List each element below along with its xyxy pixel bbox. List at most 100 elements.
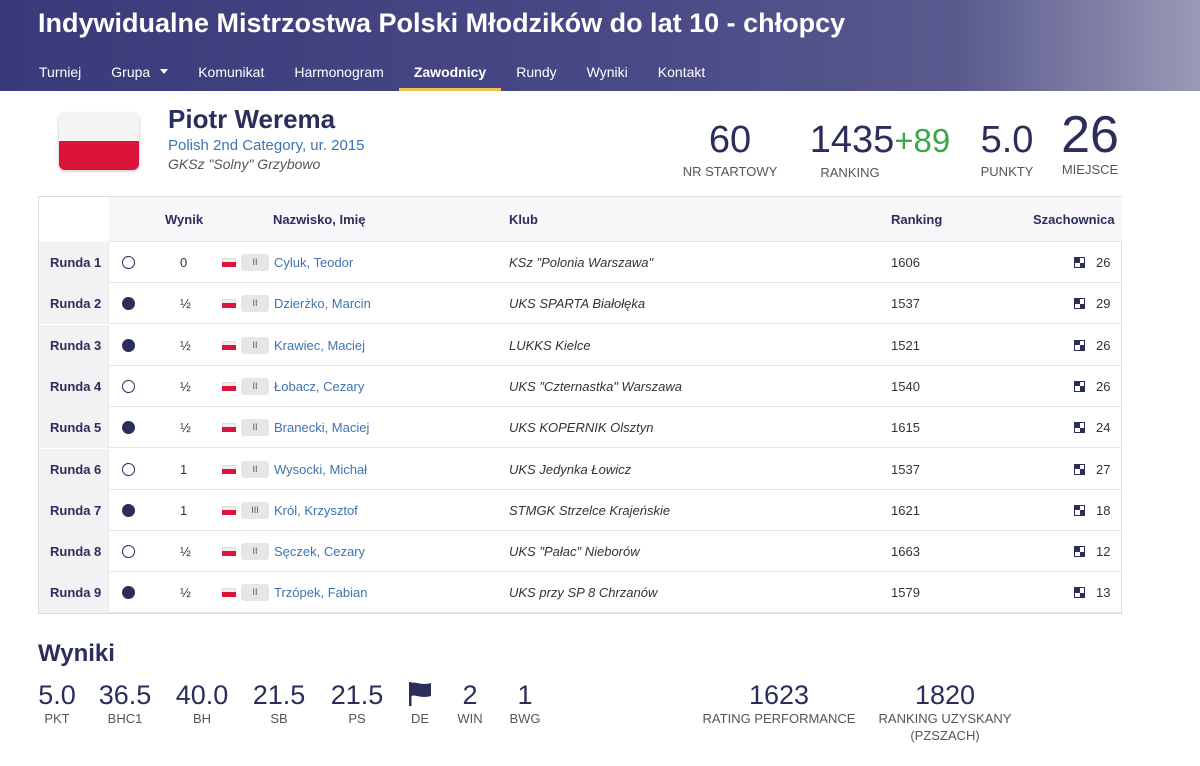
- chessboard-icon: [1074, 546, 1085, 558]
- table-row: Runda 3 ½ II Krawiec, Maciej LUKKS Kielce 152…: [39, 324, 1121, 366]
- round-label: Runda 5: [50, 420, 102, 436]
- round-label: Runda 6: [50, 461, 102, 477]
- result-label: BWG: [509, 711, 541, 726]
- board-number: 18: [1096, 502, 1111, 518]
- round-result: 0: [180, 255, 188, 270]
- nav-zawodnicy[interactable]: Zawodnicy: [398, 56, 502, 91]
- tournament-title: Indywidualne Mistrzostwa Polski Młodzikó…: [38, 8, 846, 38]
- opponent-ranking: 1621: [891, 502, 920, 518]
- opponent-ranking: 1540: [891, 378, 920, 394]
- opponent-ranking: 1521: [891, 337, 920, 353]
- opponent-ranking: 1615: [891, 420, 920, 436]
- nav-turniej[interactable]: Turniej: [24, 56, 96, 91]
- stat-place-label: MIEJSCE: [1061, 162, 1119, 177]
- round-label: Runda 4: [50, 378, 102, 394]
- result-ps: 21.5 PS: [328, 680, 386, 727]
- round-label: Runda 9: [50, 585, 102, 601]
- board-number: 26: [1096, 337, 1111, 353]
- piece-color-icon: [122, 256, 135, 269]
- opponent-club: UKS "Czternastka" Warszawa: [509, 378, 682, 394]
- opponent-name-link[interactable]: Wysocki, Michał: [274, 462, 367, 477]
- opponent-name-link[interactable]: Dzierżko, Marcin: [274, 296, 371, 311]
- opponent-name-link[interactable]: Król, Krzysztof: [274, 503, 358, 518]
- th-result: Wynik: [165, 212, 204, 227]
- poland-flag-icon: [222, 423, 236, 433]
- nav-harmonogram[interactable]: Harmonogram: [279, 56, 398, 91]
- opponent-name-link[interactable]: Branecki, Maciej: [274, 420, 369, 435]
- board-number: 13: [1096, 585, 1111, 601]
- round-label: Runda 7: [50, 502, 102, 518]
- th-club: Klub: [509, 212, 538, 227]
- poland-flag-icon: [222, 588, 236, 598]
- opponent-ranking: 1537: [891, 296, 920, 312]
- table-header: Wynik Nazwisko, Imię Klub Ranking Szacho…: [109, 197, 1122, 242]
- board-number: 27: [1096, 461, 1111, 477]
- nav-rundy[interactable]: Rundy: [501, 56, 571, 91]
- th-ranking: Ranking: [891, 212, 943, 227]
- category-badge: II: [241, 543, 269, 561]
- result-value: 5.0: [38, 680, 76, 710]
- poland-flag-icon: [222, 258, 236, 267]
- player-club: GKSz "Solny" Grzybowo: [168, 156, 321, 172]
- chevron-down-icon: [160, 69, 169, 74]
- poland-flag-icon: [222, 381, 236, 391]
- result-label: SB: [270, 711, 288, 726]
- category-badge: III: [241, 501, 269, 519]
- chessboard-icon: [1074, 298, 1085, 310]
- chessboard-icon: [1074, 422, 1085, 434]
- piece-color-icon: [122, 421, 135, 435]
- main-nav: Turniej Grupa Komunikat Harmonogram Zawo…: [24, 56, 720, 91]
- result-win: 2 WIN: [453, 680, 487, 727]
- result-bh: 40.0 BH: [172, 680, 232, 727]
- opponent-name-link[interactable]: Krawiec, Maciej: [274, 338, 365, 353]
- nav-grupa[interactable]: Grupa: [96, 56, 183, 91]
- board-number: 24: [1096, 420, 1111, 436]
- poland-flag-icon: [222, 299, 236, 309]
- result-value: 36.5: [98, 680, 152, 710]
- chessboard-icon: [1074, 380, 1085, 392]
- opponent-name-link[interactable]: Trzópek, Fabian: [274, 585, 367, 600]
- category-badge: II: [241, 254, 269, 271]
- round-label: Runda 2: [50, 296, 102, 312]
- stat-ranking-delta: +89: [894, 122, 951, 159]
- table-row: Runda 1 0 II Cyluk, Teodor KSz "Polonia Wars…: [39, 242, 1121, 283]
- round-label: Runda 8: [50, 544, 102, 560]
- chessboard-icon: [1074, 339, 1085, 351]
- opponent-club: UKS Jedynka Łowicz: [509, 461, 632, 477]
- result-value: 2: [462, 680, 478, 710]
- header: Indywidualne Mistrzostwa Polski Młodzikó…: [0, 0, 1200, 91]
- opponent-name-link[interactable]: Sęczek, Cezary: [274, 544, 365, 559]
- table-row: Runda 2 ½ II Dzierżko, Marcin UKS SPARTA Bia…: [39, 283, 1121, 325]
- result-bhc1: 36.5 BHC1: [96, 680, 154, 727]
- opponent-name-link[interactable]: Łobacz, Cezary: [274, 379, 364, 394]
- stat-points-label: PUNKTY: [980, 164, 1034, 179]
- result-label: PS: [348, 711, 366, 726]
- round-label: Runda 3: [50, 337, 102, 353]
- nav-grupa-label: Grupa: [111, 64, 151, 80]
- nav-kontakt[interactable]: Kontakt: [643, 56, 720, 91]
- table-row: Runda 7 1 III Król, Krzysztof STMGK Strzelce…: [39, 489, 1121, 531]
- ranking-gained-source: (PZSZACH): [910, 728, 980, 743]
- opponent-name-link[interactable]: Cyluk, Teodor: [274, 255, 353, 270]
- opponent-ranking: 1663: [891, 544, 920, 560]
- player-category: Polish 2nd Category, ur. 2015: [168, 137, 365, 154]
- board-number: 12: [1096, 544, 1111, 560]
- chessboard-icon: [1074, 504, 1085, 516]
- stat-place: 26 MIEJSCE: [1058, 108, 1122, 178]
- table-row: Runda 9 ½ II Trzópek, Fabian UKS przy SP 8 C…: [39, 572, 1121, 614]
- rounds-table: Wynik Nazwisko, Imię Klub Ranking Szacho…: [38, 196, 1122, 614]
- result-value: 21.5: [330, 680, 384, 710]
- result-pkt: 5.0 PKT: [38, 680, 76, 727]
- result-label: WIN: [457, 711, 483, 726]
- opponent-ranking: 1579: [891, 585, 920, 601]
- category-badge: II: [241, 377, 269, 395]
- nav-wyniki[interactable]: Wyniki: [572, 56, 643, 91]
- result-label: DE: [410, 711, 430, 726]
- nav-komunikat[interactable]: Komunikat: [183, 56, 279, 91]
- round-result: ½: [180, 296, 191, 312]
- stat-ranking-label: RANKING: [820, 165, 880, 180]
- table-row: Runda 8 ½ II Sęczek, Cezary UKS "Pałac" Nieb…: [39, 531, 1121, 573]
- opponent-club: UKS KOPERNIK Olsztyn: [509, 420, 654, 436]
- ranking-gained: 1820 RANKING UZYSKANY (PZSZACH): [872, 680, 1018, 744]
- chessboard-icon: [1074, 257, 1085, 268]
